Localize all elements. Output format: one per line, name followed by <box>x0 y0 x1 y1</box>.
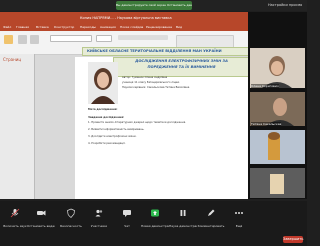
tab-view[interactable]: Вид <box>176 25 182 30</box>
school-line: учениця 11 класу Білоцерківського ліцею <box>122 81 180 84</box>
more-icon <box>235 212 243 214</box>
annotate-button[interactable]: Комментировать <box>197 208 225 238</box>
font-size-select[interactable] <box>96 35 112 42</box>
font-select[interactable] <box>50 35 92 42</box>
tasks-heading: Завдання дослідження: <box>88 116 125 119</box>
stop-video-label: Остановить видео <box>27 224 55 228</box>
window-title: Копия НАПРЯМИ... - Наукова віртуальна ви… <box>80 16 172 20</box>
more-label: Ещё <box>235 224 243 228</box>
annotate-icon <box>208 209 215 216</box>
tab-review[interactable]: Рецензирование <box>146 25 172 30</box>
slide-header-org: КИЇВСЬКЕ ОБЛАСНЕ ТЕРИТОРІАЛЬНЕ ВІДДІЛЕНН… <box>82 47 254 56</box>
sharing-notice[interactable]: Вы демонстрируете свой экран Остановить … <box>116 1 192 10</box>
author-line: Автор: Гуменюк Олена Андріївна <box>122 76 168 79</box>
nav-pane-label[interactable]: Страниц <box>3 57 33 63</box>
video-tile[interactable] <box>250 130 305 164</box>
tab-transitions[interactable]: Переходы <box>80 25 96 30</box>
pause-share-label: Пауза демонстрации <box>169 224 197 228</box>
tab-file[interactable]: Файл <box>3 25 11 30</box>
chat-icon <box>123 210 131 217</box>
share-icon <box>151 209 159 217</box>
annotate-label: Комментировать <box>197 224 225 228</box>
tab-slideshow[interactable]: Показ слайдов <box>120 25 143 30</box>
supervisor-line: Наукові керівник: Сакальскова Тетяна Вас… <box>122 86 190 89</box>
more-button[interactable]: Ещё <box>228 208 250 238</box>
powerpoint-window: Копия НАПРЯМИ... - Наукова віртуальна ви… <box>0 12 248 199</box>
participants-icon <box>95 209 103 217</box>
ribbon-tabs: Файл Главная Вставка Конструктор Переход… <box>0 24 248 31</box>
task-item: 2. Виявити інформативність вимірювань. <box>88 128 145 131</box>
task-item: 1. Провести аналіз літературних джерел щ… <box>88 121 186 124</box>
participant-name: Олена Скригович <box>251 84 279 88</box>
unmute-button[interactable]: Включить звук <box>3 208 27 238</box>
task-item: 3. Дослідити електрофізичні зміни. <box>88 135 137 138</box>
mic-muted-icon <box>10 208 20 218</box>
video-tile[interactable]: Олена Скригович <box>250 48 305 88</box>
unmute-label: Включить звук <box>3 224 27 228</box>
security-label: Безопасность <box>60 224 82 228</box>
paste-icon[interactable] <box>4 35 13 44</box>
topic-line-2: ПОРЕДЖЕННЯ ТА ЇХ ВИМІНЕННЯ <box>147 65 216 69</box>
navigation-pane: Страниц <box>0 54 35 199</box>
participants-button[interactable]: Участники <box>88 208 110 238</box>
tab-animations[interactable]: Анимация <box>100 25 116 30</box>
video-icon <box>37 210 46 216</box>
stop-video-button[interactable]: Остановить видео <box>27 208 55 238</box>
author-photo <box>88 62 118 104</box>
video-tile[interactable] <box>250 168 305 198</box>
cut-icon[interactable] <box>18 35 27 44</box>
new-share-label: Новая демонстрация <box>141 224 169 228</box>
participant-name: Тетяна Сакальская <box>251 122 282 126</box>
slide-header-topic: ДОСЛІДЖЕННЯ ЕЛЕКТРОФІЗИЧНИХ ЗМІН ЗА ПОРЕ… <box>113 57 250 77</box>
tab-design[interactable]: Конструктор <box>54 25 74 30</box>
task-item: 4. Розробити рекомендації. <box>88 142 126 145</box>
pause-icon <box>180 210 186 216</box>
tab-home[interactable]: Главная <box>16 25 29 30</box>
security-button[interactable]: Безопасность <box>60 208 82 238</box>
chat-button[interactable]: Чат <box>116 208 138 238</box>
shield-icon <box>67 208 75 218</box>
pause-share-button[interactable]: Пауза демонстрации <box>169 208 197 238</box>
paragraph-group[interactable] <box>118 35 168 40</box>
copy-icon[interactable] <box>30 35 39 44</box>
tab-insert[interactable]: Вставка <box>36 25 49 30</box>
view-options-button[interactable]: Настройки просмотра <box>268 2 302 9</box>
end-meeting-button[interactable]: Завершить <box>283 236 303 243</box>
participants-label: Участники <box>90 224 108 228</box>
new-share-button[interactable]: Новая демонстрация <box>141 208 169 238</box>
chat-label: Чат <box>124 224 130 228</box>
video-tile[interactable]: Тетяна Сакальская <box>250 92 305 126</box>
goal-line: Мета дослідження: <box>88 108 118 111</box>
